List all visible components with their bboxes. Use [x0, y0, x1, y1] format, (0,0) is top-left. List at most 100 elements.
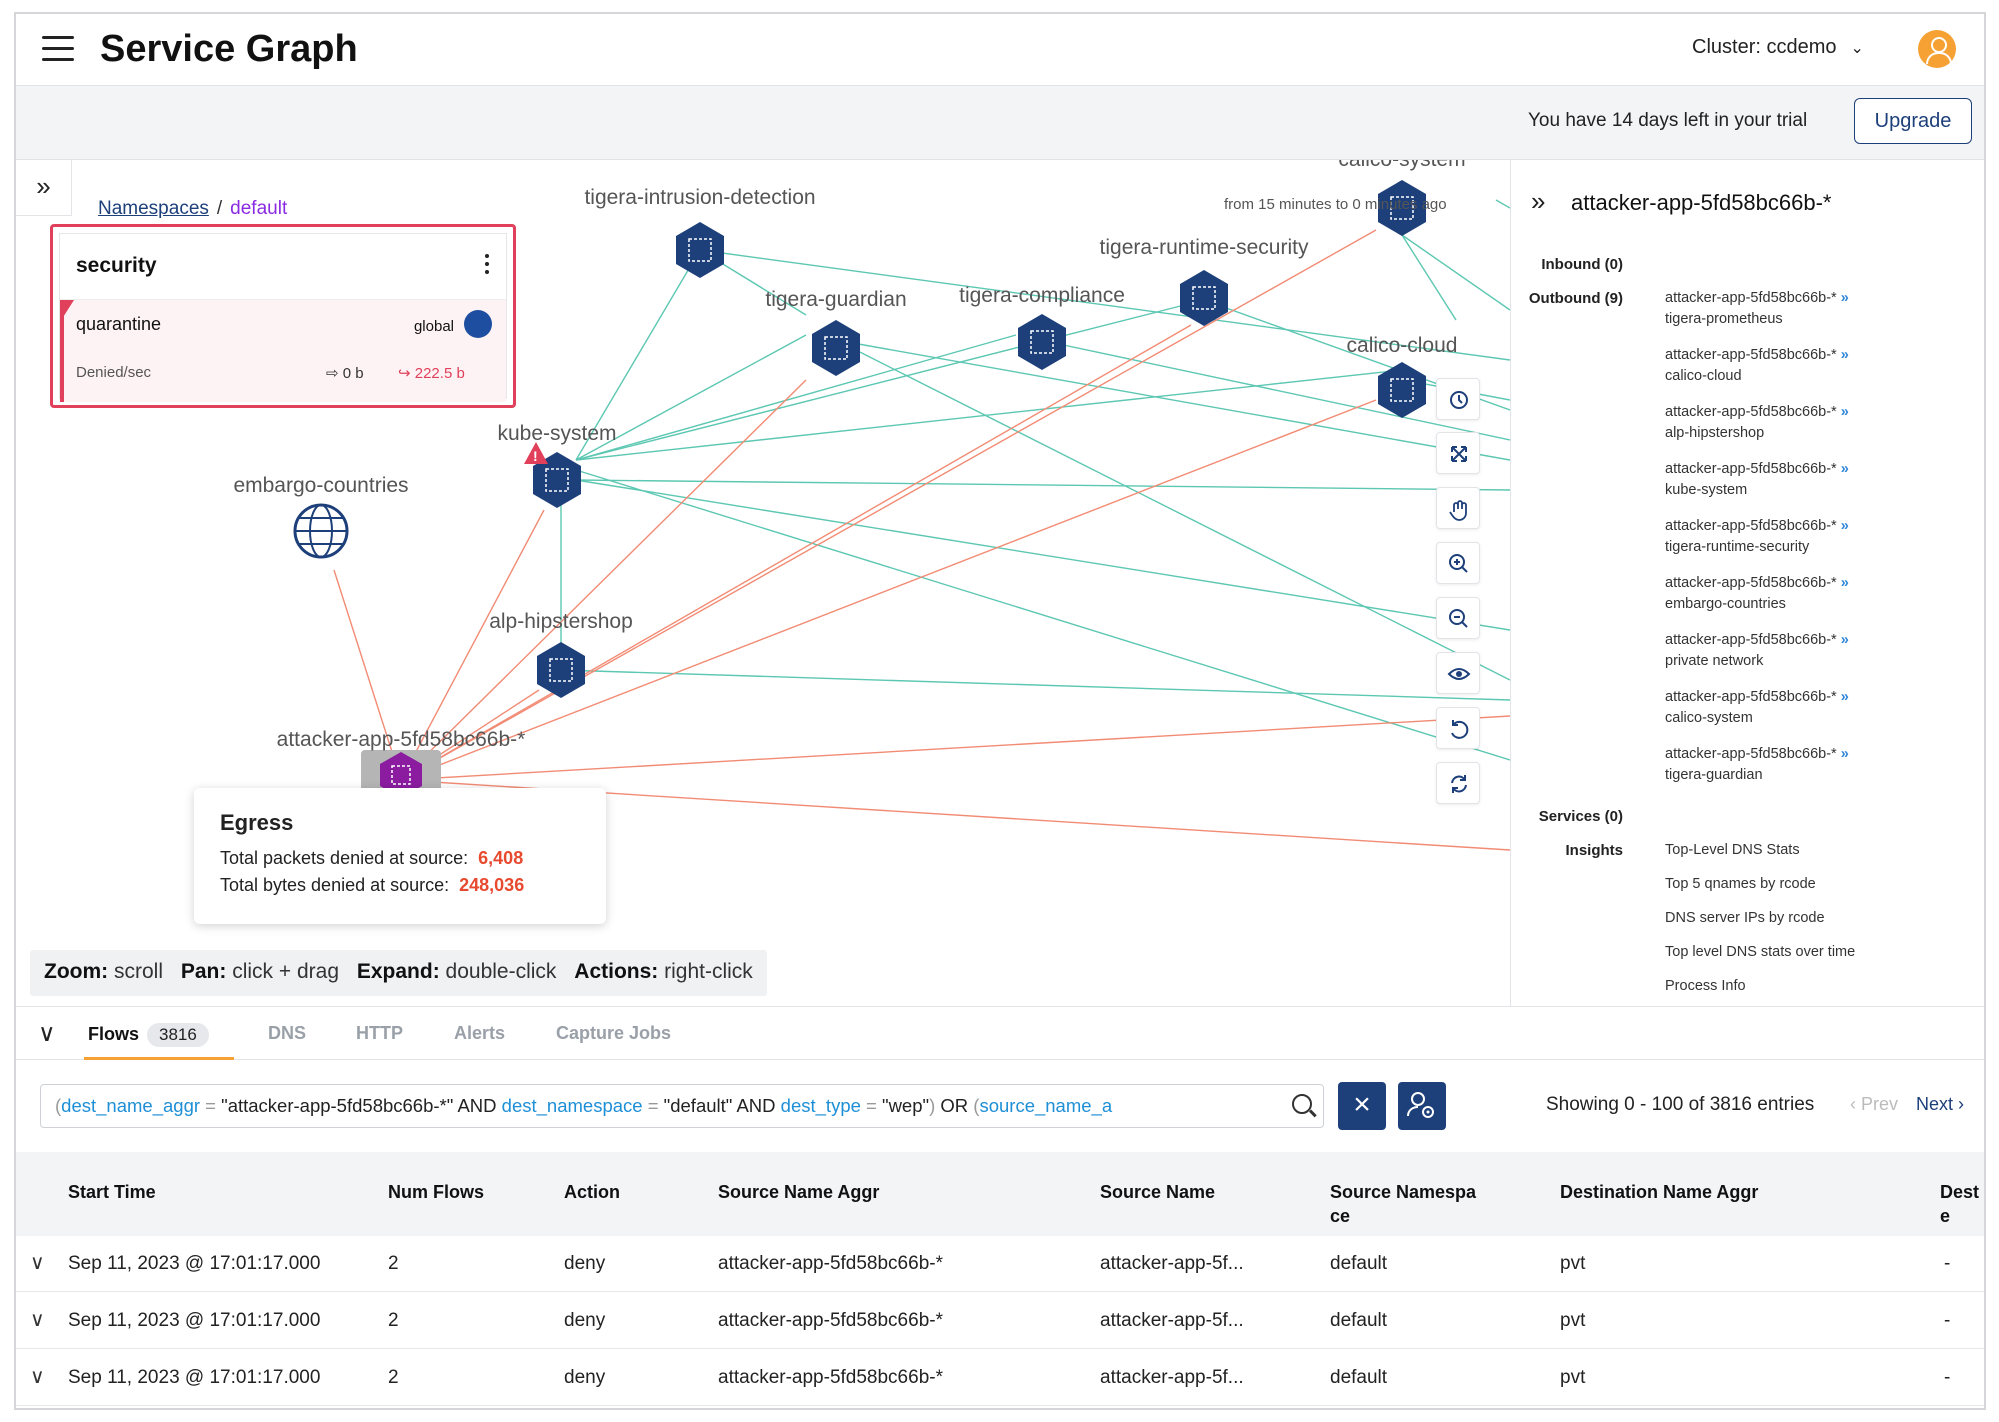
query-eq-3: = [866, 1095, 877, 1116]
policy-card-header: security [60, 234, 506, 300]
insight-link[interactable]: Top-Level DNS Stats [1665, 842, 1800, 858]
egress-tooltip: Egress Total packets denied at source: 6,… [194, 788, 606, 924]
table-row[interactable]: ∨ Sep 11, 2023 @ 17:01:17.000 2 deny attacke… [16, 1350, 1984, 1406]
collapse-bottom-icon[interactable]: ∨ [38, 1019, 56, 1048]
expand-row-icon[interactable]: ∨ [30, 1250, 45, 1275]
cell-start-time: Sep 11, 2023 @ 17:01:17.000 [68, 1367, 321, 1388]
expand-row-icon[interactable]: ∨ [30, 1307, 45, 1332]
outbound-item[interactable]: attacker-app-5fd58bc66b-*» calico-system [1665, 687, 1849, 729]
col-source-namespace[interactable]: Source Namespa ce [1330, 1180, 1500, 1228]
zoom-in-icon[interactable] [1436, 542, 1480, 584]
expand-left-icon[interactable]: » [16, 160, 72, 216]
zoom-out-icon[interactable] [1436, 597, 1480, 639]
egress-title: Egress [220, 810, 294, 835]
hint-pan-key: Pan: [180, 960, 227, 983]
node-label-attacker-app: attacker-app-5fd58bc66b-* [276, 728, 526, 751]
menu-icon[interactable] [42, 36, 74, 62]
col-start-time[interactable]: Start Time [68, 1180, 156, 1204]
more-options-icon[interactable] [482, 254, 492, 278]
col-num-flows[interactable]: Num Flows [388, 1180, 484, 1204]
insight-link[interactable]: Top level DNS stats over time [1665, 944, 1855, 960]
service-graph-canvas[interactable]: ! » Namespaces / default from 15 minutes t… [16, 160, 1510, 1006]
flows-count-badge: 3816 [147, 1023, 209, 1047]
panel-title: attacker-app-5fd58bc66b-* [1571, 190, 1832, 215]
double-chevron-icon: » [1840, 347, 1849, 363]
outbound-item[interactable]: attacker-app-5fd58bc66b-*» kube-system [1665, 459, 1849, 501]
outbound-source: attacker-app-5fd58bc66b-* [1665, 518, 1837, 534]
clear-filter-button[interactable]: × [1338, 1082, 1386, 1130]
hint-actions-key: Actions: [574, 960, 659, 983]
cell-destination-name-aggr: pvt [1560, 1253, 1586, 1274]
cell-source-name: attacker-app-5f... [1100, 1367, 1244, 1388]
tab-alerts[interactable]: Alerts [454, 1023, 505, 1044]
cell-source-namespace: default [1330, 1367, 1388, 1388]
expand-row-icon[interactable]: ∨ [30, 1364, 45, 1389]
col-source-name[interactable]: Source Name [1100, 1180, 1215, 1204]
history-icon[interactable] [1436, 378, 1480, 420]
next-page-button[interactable]: Next › [1916, 1094, 1964, 1115]
details-panel: » attacker-app-5fd58bc66b-* Inbound (0) … [1510, 160, 1984, 1006]
outbound-item[interactable]: attacker-app-5fd58bc66b-*» embargo-countr… [1665, 573, 1849, 615]
hint-zoom-value: scroll [114, 960, 164, 983]
outbound-item[interactable]: attacker-app-5fd58bc66b-*» calico-cloud [1665, 345, 1849, 387]
node-tigera-guardian[interactable] [811, 319, 861, 377]
node-tigera-intrusion-detection[interactable] [675, 221, 725, 279]
hint-actions-value: right-click [664, 960, 753, 983]
tab-flows[interactable]: Flows 3816 [88, 1023, 209, 1047]
col-action[interactable]: Action [564, 1180, 620, 1204]
cell-start-time: Sep 11, 2023 @ 17:01:17.000 [68, 1253, 321, 1274]
upgrade-button[interactable]: Upgrade [1854, 98, 1972, 144]
col-source-name-aggr[interactable]: Source Name Aggr [718, 1180, 879, 1204]
egress-packets-label: Total packets denied at source: [220, 848, 469, 868]
tab-dns[interactable]: DNS [268, 1023, 306, 1044]
insight-link[interactable]: DNS server IPs by rcode [1665, 910, 1825, 926]
outbound-item[interactable]: attacker-app-5fd58bc66b-*» private networ… [1665, 630, 1849, 672]
outbound-item[interactable]: attacker-app-5fd58bc66b-*» alp-hipstersho… [1665, 402, 1849, 444]
outbound-target: calico-cloud [1665, 368, 1742, 384]
node-tigera-compliance[interactable] [1017, 313, 1067, 371]
refresh-icon[interactable] [1436, 762, 1480, 804]
cell-source-name: attacker-app-5f... [1100, 1253, 1244, 1274]
pan-hand-icon[interactable] [1436, 487, 1480, 529]
search-icon[interactable] [1292, 1094, 1312, 1114]
cluster-label: Cluster: ccdemo [1692, 36, 1837, 58]
node-label-kube-system: kube-system [497, 422, 617, 445]
user-avatar-icon[interactable] [1918, 30, 1956, 68]
node-alp-hipstershop[interactable] [536, 641, 586, 699]
trial-banner: You have 14 days left in your trial Upgr… [16, 86, 1984, 160]
cell-destination-name-aggr: pvt [1560, 1310, 1586, 1331]
cell-num-flows: 2 [388, 1310, 399, 1331]
undo-icon[interactable] [1436, 707, 1480, 749]
column-settings-button[interactable] [1398, 1082, 1446, 1130]
eye-icon[interactable] [1436, 652, 1480, 694]
outbound-source: attacker-app-5fd58bc66b-* [1665, 632, 1837, 648]
tab-http[interactable]: HTTP [356, 1023, 403, 1044]
col-destination-name-aggr[interactable]: Destination Name Aggr [1560, 1180, 1758, 1204]
insight-link[interactable]: Top 5 qnames by rcode [1665, 876, 1816, 892]
inbound-rate: ⇨ 0 b [326, 364, 364, 382]
cluster-select[interactable]: Cluster: ccdemo ⌄ [1692, 36, 1864, 59]
node-calico-cloud[interactable] [1377, 361, 1427, 419]
prev-page-button[interactable]: ‹ Prev [1850, 1094, 1898, 1115]
node-embargo-countries[interactable] [293, 503, 349, 559]
outbound-item[interactable]: attacker-app-5fd58bc66b-*» tigera-runtime… [1665, 516, 1849, 558]
tab-capture-jobs[interactable]: Capture Jobs [556, 1023, 671, 1044]
fit-view-icon[interactable] [1436, 432, 1480, 474]
collapse-panel-icon[interactable]: » [1531, 186, 1545, 217]
breadcrumb-namespaces-link[interactable]: Namespaces [98, 198, 209, 219]
breadcrumb-separator: / [216, 198, 223, 219]
query-key-2: dest_namespace [501, 1095, 643, 1116]
outbound-item[interactable]: attacker-app-5fd58bc66b-*» tigera-prometh… [1665, 288, 1849, 330]
breadcrumb-current[interactable]: default [230, 198, 287, 219]
double-chevron-icon: » [1840, 632, 1849, 648]
query-and-2: AND [736, 1095, 776, 1116]
outbound-item[interactable]: attacker-app-5fd58bc66b-*» tigera-guardia… [1665, 744, 1849, 786]
insight-link[interactable]: Process Info [1665, 978, 1746, 994]
policy-row[interactable]: quarantine global Denied/sec ⇨ 0 b ↪ 222… [60, 300, 506, 402]
table-row[interactable]: ∨ Sep 11, 2023 @ 17:01:17.000 2 deny attacke… [16, 1236, 1984, 1292]
outbound-target: calico-system [1665, 710, 1753, 726]
query-input[interactable]: (dest_name_aggr = "attacker-app-5fd58bc6… [40, 1084, 1324, 1128]
table-row[interactable]: ∨ Sep 11, 2023 @ 17:01:17.000 2 deny attacke… [16, 1293, 1984, 1349]
double-chevron-icon: » [1840, 290, 1849, 306]
col-destination-truncated[interactable]: Dest e [1940, 1180, 1980, 1228]
